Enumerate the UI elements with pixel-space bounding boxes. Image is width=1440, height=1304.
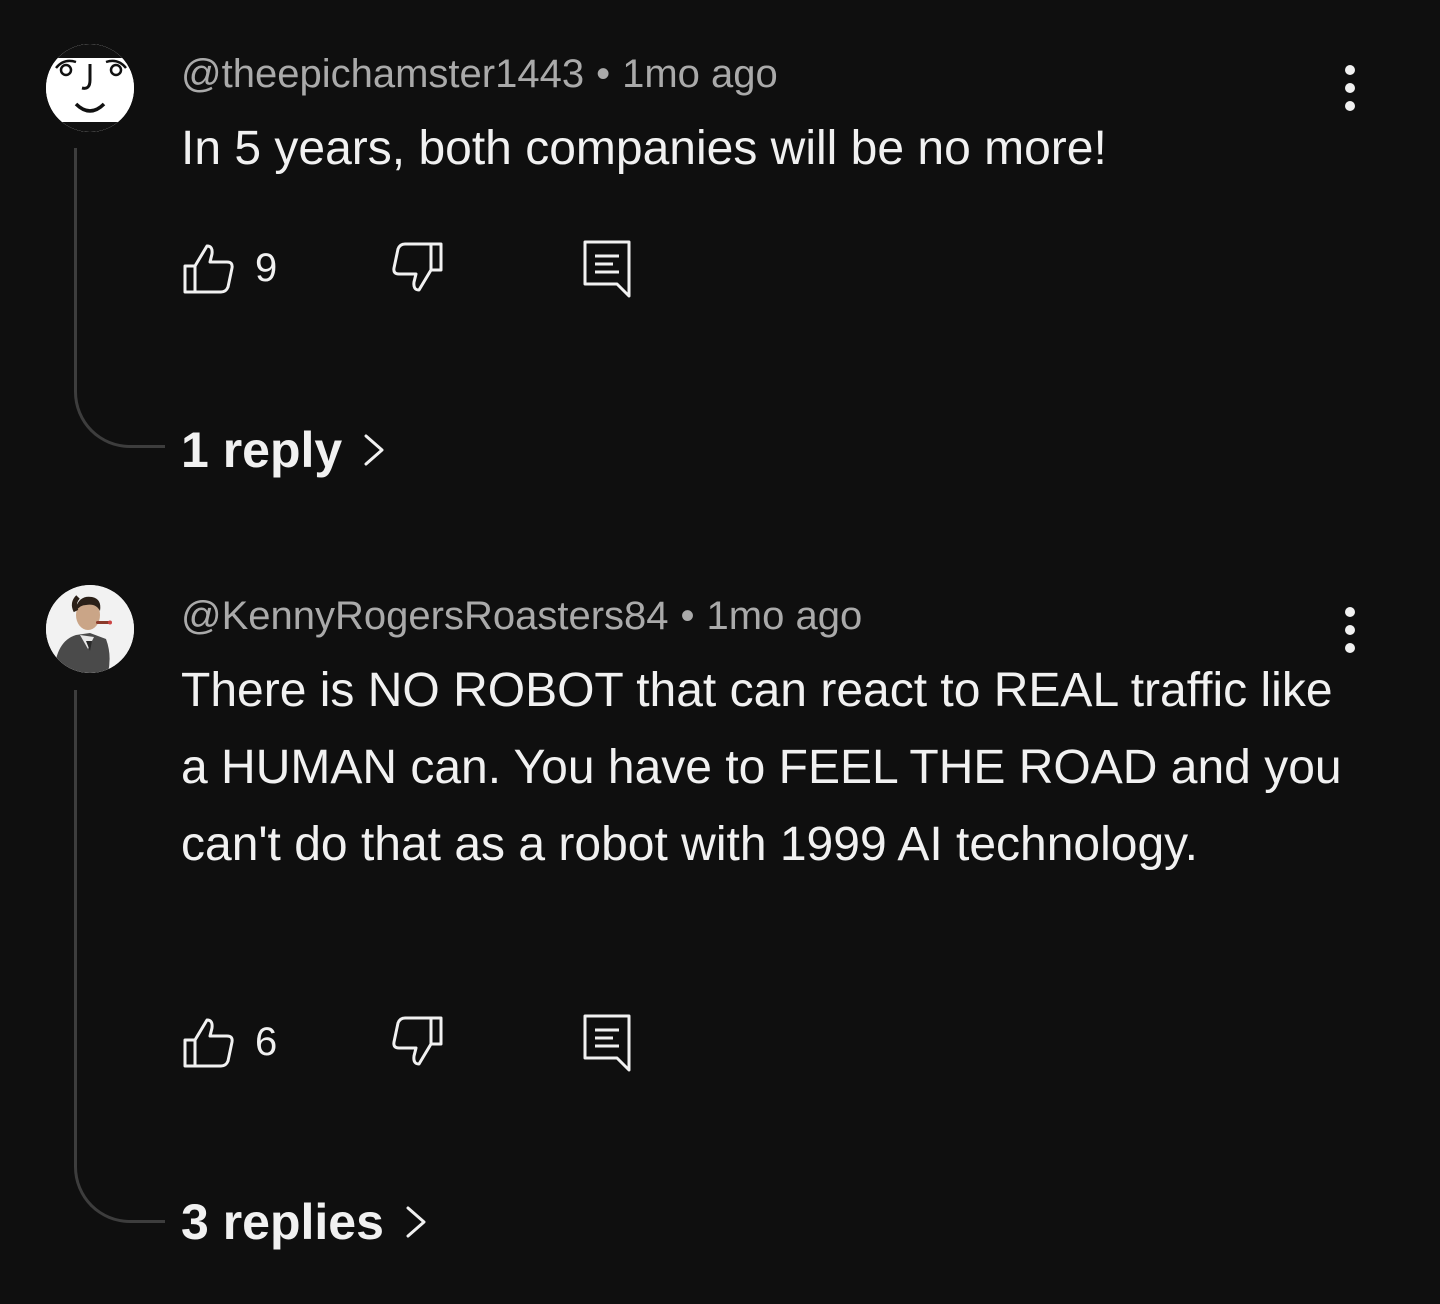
comment-reply-icon xyxy=(583,240,631,298)
comment-actions: 9 xyxy=(181,238,661,298)
avatar[interactable] xyxy=(46,44,134,132)
author-handle[interactable]: @theepichamster1443 xyxy=(181,52,584,96)
meta-separator: • xyxy=(680,594,695,638)
more-vertical-icon xyxy=(1345,625,1355,635)
dislike-button[interactable] xyxy=(389,238,445,298)
view-replies-link[interactable]: 3 replies xyxy=(181,1192,428,1252)
comment-time: 1mo ago xyxy=(622,52,778,96)
chevron-right-icon xyxy=(362,430,386,470)
thumbs-down-icon xyxy=(392,1016,443,1066)
more-vertical-icon xyxy=(1345,83,1355,93)
reply-button[interactable] xyxy=(581,1012,633,1072)
comment-text: There is NO ROBOT that can react to REAL… xyxy=(181,664,1342,871)
comment-thread: @KennyRogersRoasters84 • 1mo ago There is … xyxy=(0,540,1440,1304)
reply-button[interactable] xyxy=(581,238,633,298)
more-vertical-icon xyxy=(1345,65,1355,75)
like-count: 9 xyxy=(255,246,278,290)
comment-thread: @theepichamster1443 • 1mo ago In 5 years, … xyxy=(0,0,1440,540)
lenny-face-avatar-icon xyxy=(46,44,134,132)
thumbs-down-icon xyxy=(392,242,443,292)
man-with-cigar-avatar-icon xyxy=(46,585,134,673)
chevron-right-icon xyxy=(404,1202,428,1242)
comment-actions: 6 xyxy=(181,1012,661,1072)
more-options-button[interactable] xyxy=(1326,602,1374,658)
dislike-button[interactable] xyxy=(389,1012,445,1072)
view-replies-link[interactable]: 1 reply xyxy=(181,420,386,480)
like-count: 6 xyxy=(255,1020,278,1064)
like-button[interactable]: 6 xyxy=(181,1012,277,1072)
replies-count-label: 1 reply xyxy=(181,422,343,478)
more-vertical-icon xyxy=(1345,607,1355,617)
comment-meta: @KennyRogersRoasters84 • 1mo ago xyxy=(181,592,862,640)
thread-line xyxy=(74,148,165,448)
comment-meta: @theepichamster1443 • 1mo ago xyxy=(181,50,778,98)
avatar[interactable] xyxy=(46,585,134,673)
comment-text: In 5 years, both companies will be no mo… xyxy=(181,122,1107,175)
thumbs-up-icon xyxy=(183,244,234,294)
comment-reply-icon xyxy=(583,1014,631,1072)
meta-separator: • xyxy=(596,52,611,96)
comment-time: 1mo ago xyxy=(706,594,863,638)
more-options-button[interactable] xyxy=(1326,60,1374,116)
author-handle[interactable]: @KennyRogersRoasters84 xyxy=(181,594,669,638)
like-button[interactable]: 9 xyxy=(181,238,277,298)
thread-line xyxy=(74,690,165,1223)
thumbs-up-icon xyxy=(183,1018,234,1068)
replies-count-label: 3 replies xyxy=(181,1194,384,1250)
